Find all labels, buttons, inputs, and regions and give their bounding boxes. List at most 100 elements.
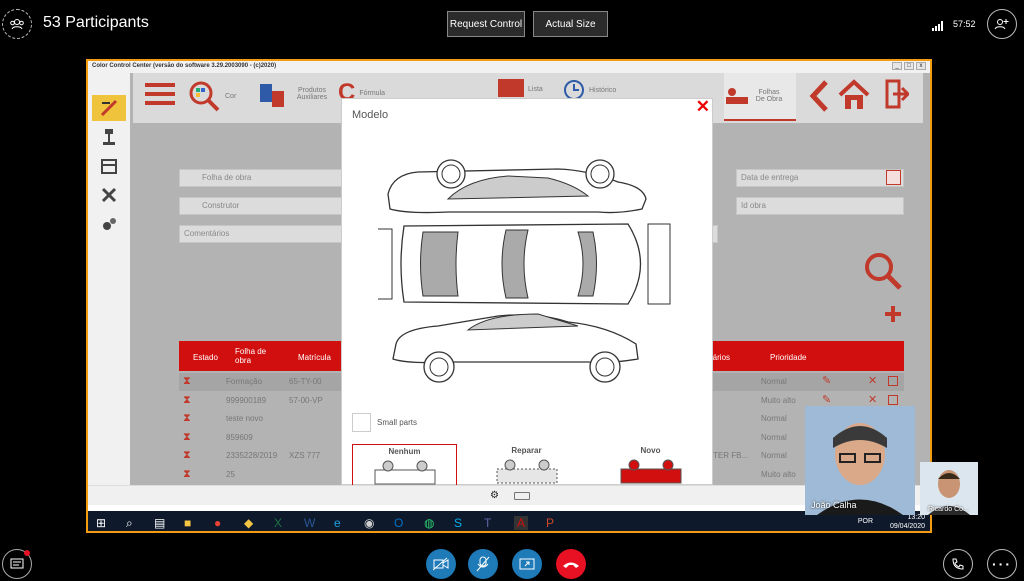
nenhum-label: Nenhum	[388, 447, 421, 456]
participants-icon[interactable]	[2, 9, 32, 39]
delete-icon[interactable]: ✕	[868, 393, 877, 406]
historico-label: Histórico	[589, 86, 617, 94]
lista-button[interactable]: Lista	[498, 79, 543, 99]
keyboard-icon[interactable]	[514, 492, 530, 500]
small-parts-option[interactable]: Small parts	[352, 413, 417, 432]
hourglass-icon: ⧗	[183, 430, 191, 443]
comentarios-field[interactable]: Comentários	[179, 225, 344, 243]
outlook-icon[interactable]: O	[394, 516, 403, 530]
edit-icon[interactable]: ✎	[822, 374, 831, 387]
home-icon[interactable]	[838, 79, 870, 111]
video-tile-main[interactable]: João Calha	[805, 406, 915, 515]
worker-icon	[726, 88, 748, 104]
tools-icon[interactable]	[92, 182, 126, 208]
taskbar-date: 09/04/2020	[889, 523, 925, 530]
share-screen-icon[interactable]	[512, 549, 542, 579]
network-icon[interactable]: ⚙	[490, 490, 499, 501]
task-view-icon[interactable]: ▤	[154, 516, 165, 530]
calendar-icon[interactable]	[886, 170, 901, 185]
word-icon[interactable]: W	[304, 516, 315, 530]
cans-icon	[260, 84, 284, 107]
id-obra-field[interactable]: Id obra	[736, 197, 904, 215]
settings-icon[interactable]	[92, 211, 126, 237]
dialog-title: Modelo	[352, 109, 389, 121]
edit-icon[interactable]: ✎	[822, 393, 831, 406]
row-matricula: 65-TY-00	[289, 377, 322, 386]
delete-icon[interactable]: ✕	[868, 374, 877, 387]
back-icon[interactable]	[808, 79, 830, 113]
col-folha[interactable]: Folha de obra	[235, 347, 273, 365]
chrome-icon[interactable]: ●	[214, 516, 221, 530]
teams-icon[interactable]: T	[484, 516, 491, 530]
search-icon[interactable]	[863, 251, 903, 296]
exit-icon[interactable]	[885, 79, 909, 109]
mic-off-icon[interactable]	[468, 549, 498, 579]
col-prioridade[interactable]: Prioridade	[770, 353, 806, 362]
col-matricula[interactable]: Matrícula	[298, 353, 331, 362]
row-prioridade: Muito alto	[761, 469, 796, 479]
excel-icon[interactable]: X	[274, 516, 282, 530]
produtos-button[interactable]: Produtos Auxiliares	[258, 79, 336, 109]
language-indicator[interactable]: POR	[858, 517, 873, 526]
hourglass-icon: ⧗	[183, 467, 191, 480]
row-matricula: XZS 777	[289, 451, 321, 460]
add-icon[interactable]	[884, 305, 902, 328]
brush-icon[interactable]	[92, 95, 126, 121]
bottom-app-bar: ⚙	[88, 485, 930, 505]
video-off-icon[interactable]	[426, 549, 456, 579]
meeting-top-bar: 53 Participants Request Control Actual S…	[0, 0, 1024, 50]
list-icon	[498, 79, 524, 97]
menu-icon[interactable]	[145, 81, 175, 107]
small-parts-checkbox[interactable]	[352, 413, 371, 432]
add-person-icon[interactable]	[987, 9, 1017, 39]
maximize-button[interactable]: □	[904, 62, 914, 70]
modelo-dialog: Modelo ✕ Small parts Nenhum Reparar Novo	[341, 97, 713, 494]
folhas-obra-button[interactable]: Folhas De Obra	[724, 73, 796, 121]
ie-icon[interactable]: e	[334, 516, 341, 530]
more-icon[interactable]: ···	[987, 549, 1017, 579]
data-entrega-field[interactable]: Data de entrega	[736, 169, 904, 187]
row-folha: Formação	[226, 377, 263, 386]
row-extra: TER FB...	[713, 451, 749, 460]
left-toolbar	[88, 73, 130, 485]
hourglass-icon: ⧗	[183, 393, 191, 406]
request-control-button[interactable]: Request Control	[447, 11, 525, 37]
hourglass-icon: ⧗	[183, 449, 191, 461]
skype-icon[interactable]: S	[454, 516, 462, 530]
video-tile-secondary[interactable]: Ricardo Co...	[920, 462, 978, 515]
calendar-row-icon[interactable]	[888, 394, 898, 405]
col-estado[interactable]: Estado	[193, 353, 218, 362]
cor-button[interactable]: Cor	[187, 79, 236, 113]
end-call-icon[interactable]	[556, 549, 586, 579]
row-folha: 859609	[226, 432, 253, 442]
close-window-button[interactable]: x	[916, 62, 926, 70]
file-explorer-icon[interactable]: ■	[184, 516, 191, 530]
actual-size-button[interactable]: Actual Size	[533, 11, 608, 37]
row-prioridade: Muito alto	[761, 395, 796, 405]
color-search-icon	[189, 81, 220, 112]
hourglass-icon: ⧗	[183, 412, 191, 424]
powerpoint-icon[interactable]: P	[546, 516, 554, 530]
app-icon-2[interactable]: ◉	[364, 516, 374, 530]
taskbar-search-icon[interactable]: ⌕	[126, 516, 133, 531]
dialog-close-icon[interactable]: ✕	[696, 97, 710, 117]
row-prioridade: Normal	[761, 414, 787, 423]
car-diagram[interactable]	[378, 154, 678, 389]
color-app-icon[interactable]: A	[514, 516, 529, 530]
minimize-button[interactable]: _	[892, 62, 902, 70]
call-icon[interactable]	[943, 549, 973, 579]
meeting-timer: 57:52	[953, 19, 976, 29]
signal-icon	[932, 18, 944, 36]
calendar-row-icon[interactable]	[888, 376, 898, 386]
folhas-label: Folhas De Obra	[755, 89, 783, 103]
folha-obra-field[interactable]: Folha de obra	[179, 169, 344, 187]
database-icon[interactable]	[92, 153, 126, 179]
windows-start-icon[interactable]: ⊞	[96, 516, 106, 530]
participants-count: 53 Participants	[43, 14, 149, 31]
app-icon-1[interactable]: ◆	[244, 516, 253, 530]
row-matricula: 57-00-VP	[289, 395, 323, 405]
construtor-field[interactable]: Construtor	[179, 197, 344, 215]
scale-icon[interactable]	[92, 124, 126, 150]
app-area: Cor Produtos Auxiliares C Fórmula Lista …	[88, 73, 930, 494]
app-icon-3[interactable]: ◍	[424, 516, 434, 530]
